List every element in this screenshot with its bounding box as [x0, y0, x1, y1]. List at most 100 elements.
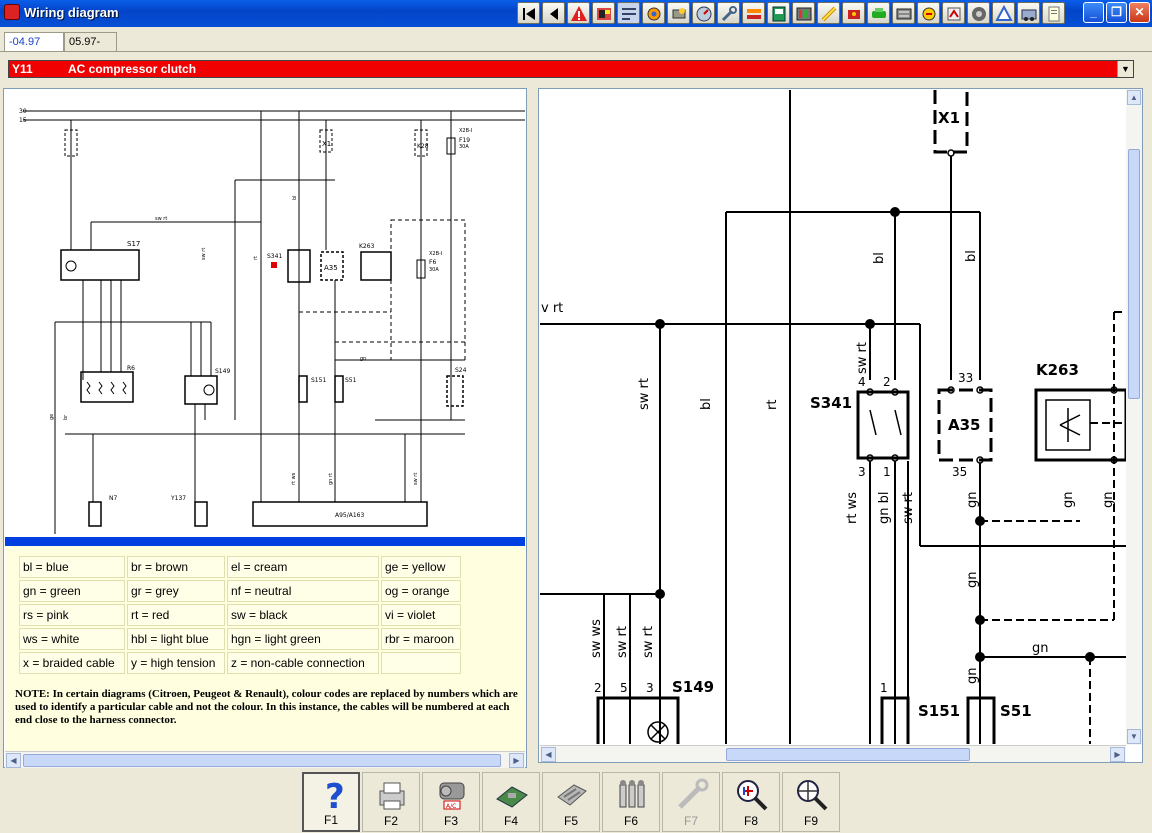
prev-page-icon[interactable]: [542, 2, 565, 24]
left-label-s149: S149: [215, 368, 230, 375]
location-icon[interactable]: [1017, 2, 1040, 24]
connector-icon[interactable]: [892, 2, 915, 24]
legend-cell: hgn = light green: [227, 628, 379, 650]
tab-before-0497[interactable]: -04.97: [4, 32, 64, 52]
left-label-f19: F19: [459, 137, 470, 144]
left-label-x1: X1: [322, 140, 331, 148]
left-wire-br: br: [63, 414, 69, 420]
zoom-out-icon: [797, 780, 828, 811]
left-wire-swrt-2: sw rt: [201, 248, 207, 260]
left-wire-rt: rt: [253, 256, 259, 260]
components-icon[interactable]: [642, 2, 665, 24]
legend-cell: og = orange: [381, 580, 461, 602]
scroll-left-icon[interactable]: ◀: [6, 753, 21, 768]
jumper-icon[interactable]: [742, 2, 765, 24]
legend-row: ws = white hbl = light blue hgn = light …: [19, 628, 461, 650]
left-wire-swrt-1: sw rt: [155, 216, 167, 222]
close-button[interactable]: ✕: [1129, 2, 1150, 23]
right-wire-gnbl: gn bl: [877, 492, 892, 525]
f4-ecu-button[interactable]: F4: [482, 772, 540, 832]
right-horizontal-scrollbar[interactable]: ◀ ▶: [540, 745, 1126, 762]
legend-cell: ge = yellow: [381, 556, 461, 578]
left-wire-bl: bl: [292, 195, 298, 200]
harness-icon[interactable]: [917, 2, 940, 24]
legend-row: gn = green gr = grey nf = neutral og = o…: [19, 580, 461, 602]
f9-zoom-out-button[interactable]: F9: [782, 772, 840, 832]
left-label-s341: S341: [267, 253, 282, 260]
scroll-thumb[interactable]: [23, 754, 501, 767]
panel-divider: [5, 537, 525, 546]
bus-label-30: 30: [19, 108, 27, 115]
dropdown-arrow-icon[interactable]: ▼: [1117, 61, 1133, 77]
wiring-icon[interactable]: [617, 2, 640, 24]
f5-connector-button[interactable]: F5: [542, 772, 600, 832]
f1-help-button[interactable]: ? F1: [302, 772, 360, 832]
f7-label: F7: [683, 814, 698, 828]
overview-diagram[interactable]: 30 15 X1 K28 X2B-I F19 30A sw rt S17 S34…: [5, 90, 525, 534]
right-wire-rtws: rt ws: [845, 492, 860, 524]
right-pin-s151-1: 1: [880, 681, 888, 695]
right-pin-s149-5: 5: [620, 681, 628, 695]
f4-label: F4: [503, 814, 518, 828]
maximize-button[interactable]: ❐: [1106, 2, 1127, 23]
left-label-y137: Y137: [170, 495, 186, 502]
right-wire-gn-2: gn: [1061, 492, 1076, 509]
right-wire-gn-1: gn: [965, 492, 980, 509]
right-wire-swrt-5: sw rt: [641, 626, 656, 658]
scroll-up-icon[interactable]: ▲: [1127, 90, 1141, 105]
minimize-button[interactable]: _: [1083, 2, 1104, 23]
ac-icon[interactable]: [967, 2, 990, 24]
left-horizontal-scrollbar[interactable]: ◀ ▶: [5, 751, 525, 768]
legend-cell: rbr = maroon: [381, 628, 461, 650]
ecu-icon[interactable]: [667, 2, 690, 24]
left-label-s51: S51: [345, 377, 357, 384]
component-select[interactable]: Y11 AC compressor clutch ▼: [8, 60, 1134, 78]
right-label-s151: S151: [918, 702, 960, 720]
zoomed-diagram[interactable]: X1 v rt sw rt bl rt sw rt bl bl S341 4 2…: [540, 90, 1126, 744]
scroll-right-icon[interactable]: ▶: [509, 753, 524, 768]
right-pin-s149-3: 3: [646, 681, 654, 695]
zoom-in-icon: [737, 780, 768, 811]
scroll-right-icon[interactable]: ▶: [1110, 747, 1125, 762]
radio-icon[interactable]: [992, 2, 1015, 24]
title-bar: Wiring diagram _ ❐ ✕: [0, 0, 1152, 27]
tools-icon[interactable]: [717, 2, 740, 24]
zoom-panel: X1 v rt sw rt bl rt sw rt bl bl S341 4 2…: [538, 88, 1143, 763]
scroll-thumb[interactable]: [726, 748, 970, 761]
scroll-left-icon[interactable]: ◀: [541, 747, 556, 762]
legend-cell: vi = violet: [381, 604, 461, 626]
right-vertical-scrollbar[interactable]: ▲ ▼: [1126, 89, 1142, 745]
left-wire-rtws: rt ws: [291, 472, 297, 485]
module-icon[interactable]: [767, 2, 790, 24]
notes-icon[interactable]: [592, 2, 615, 24]
colour-code-table: bl = blue br = brown el = cream ge = yel…: [17, 554, 463, 676]
car-icon[interactable]: [867, 2, 890, 24]
left-label-n7: N7: [109, 495, 117, 502]
f8-zoom-in-button[interactable]: F8: [722, 772, 780, 832]
scroll-down-icon[interactable]: ▼: [1127, 729, 1141, 744]
warning-icon[interactable]: [567, 2, 590, 24]
f6-label: F6: [623, 814, 638, 828]
first-page-icon[interactable]: [517, 2, 540, 24]
probe-icon[interactable]: [842, 2, 865, 24]
left-wire-gn: gn: [360, 356, 366, 362]
f3-ac-button[interactable]: A/C F3: [422, 772, 480, 832]
scroll-thumb[interactable]: [1128, 149, 1140, 399]
ac-compressor-icon: A/C: [439, 782, 465, 810]
gauge-icon[interactable]: [692, 2, 715, 24]
schematic-icon[interactable]: [817, 2, 840, 24]
right-wire-swrt-3: sw rt: [901, 492, 916, 524]
right-label-x1: X1: [938, 109, 960, 127]
fuse-box-icon[interactable]: [792, 2, 815, 24]
right-wire-bl-3: bl: [964, 250, 979, 262]
tab-after-0597[interactable]: 05.97-: [64, 32, 117, 52]
doc-icon[interactable]: [1042, 2, 1065, 24]
app-icon[interactable]: [4, 4, 20, 20]
f2-print-button[interactable]: F2: [362, 772, 420, 832]
legend-cell: y = high tension: [127, 652, 225, 674]
tester-icon[interactable]: [942, 2, 965, 24]
right-label-s341: S341: [810, 394, 852, 412]
right-wire-swws: sw ws: [589, 619, 604, 658]
f6-fuses-button[interactable]: F6: [602, 772, 660, 832]
left-label-k263: K263: [359, 243, 375, 250]
